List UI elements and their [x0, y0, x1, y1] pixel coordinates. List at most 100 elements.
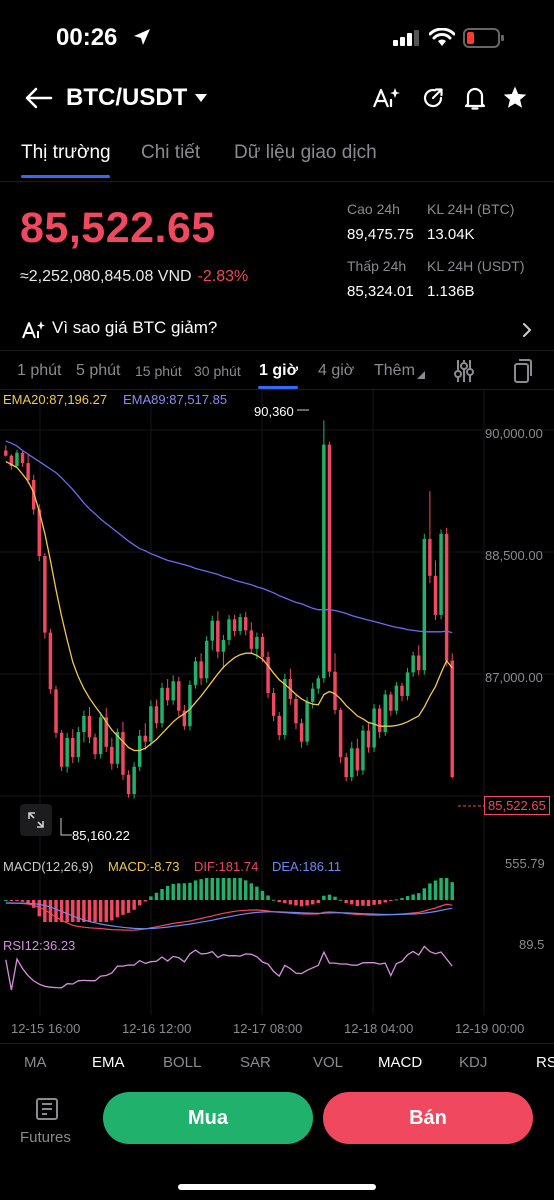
macd-value: MACD:-8.73: [108, 859, 180, 874]
copy-icon[interactable]: [513, 358, 533, 384]
x-tick: 12-16 12:00: [122, 1021, 192, 1036]
buy-button[interactable]: Mua: [103, 1092, 313, 1144]
macd-bar: [433, 880, 438, 900]
candle: [244, 611, 248, 636]
macd-bar: [327, 894, 332, 900]
interval-5m[interactable]: 5 phút: [76, 362, 120, 380]
ema89-line: [5, 440, 453, 634]
last-price-line: [458, 805, 484, 807]
macd-bar: [54, 900, 58, 922]
star-icon[interactable]: [502, 85, 528, 111]
low-marker-line: [60, 818, 72, 836]
interval-15m[interactable]: 15 phút: [135, 363, 182, 379]
y-tick: 88,500.00: [485, 548, 543, 563]
header: BTC/USDT: [0, 76, 554, 124]
candle: [121, 721, 125, 780]
macd-bar: [149, 896, 153, 900]
candle: [372, 704, 376, 752]
interval-1m[interactable]: 1 phút: [17, 362, 61, 380]
ind-tab-sar[interactable]: SAR: [240, 1054, 271, 1071]
caret-down-icon[interactable]: [194, 93, 208, 103]
macd-bar: [193, 880, 198, 900]
interval-1h[interactable]: 1 giờ: [259, 362, 298, 380]
divider: [0, 1043, 554, 1044]
ind-tab-vol[interactable]: VOL: [313, 1054, 343, 1071]
candle: [104, 707, 108, 752]
macd-bar: [249, 883, 254, 900]
candle: [433, 560, 438, 621]
macd-bar: [143, 900, 148, 902]
interval-4h[interactable]: 4 giờ: [318, 362, 354, 380]
pair-title[interactable]: BTC/USDT: [66, 84, 187, 112]
macd-bar: [121, 900, 125, 915]
indicator-settings-icon[interactable]: [452, 358, 476, 384]
tab-market[interactable]: Thị trường: [21, 142, 111, 164]
divider: [0, 350, 554, 351]
why-price-text[interactable]: Vì sao giá BTC giảm?: [52, 318, 217, 338]
candle: [132, 762, 136, 799]
candle: [188, 680, 192, 731]
rsi-axis: 89.5: [519, 937, 545, 952]
macd-bar: [48, 900, 53, 922]
price-chart[interactable]: [0, 390, 554, 1020]
y-tick: 87,000.00: [485, 670, 543, 685]
bell-icon[interactable]: [463, 85, 487, 111]
high-marker-line: [297, 409, 309, 411]
candle: [160, 682, 164, 728]
macd-bar: [227, 878, 231, 900]
futures-icon[interactable]: [35, 1097, 61, 1121]
macd-bar: [405, 896, 410, 900]
candle: [210, 615, 214, 651]
futures-label[interactable]: Futures: [20, 1129, 71, 1146]
ema89-label: EMA89:87,517.85: [123, 392, 228, 407]
macd-bar: [266, 895, 270, 900]
macd-bar: [350, 900, 354, 905]
candle: [110, 737, 114, 770]
tab-trading-data[interactable]: Dữ liệu giao dịch: [234, 142, 377, 164]
candle: [338, 707, 343, 764]
ai-icon[interactable]: [372, 86, 402, 110]
candle: [9, 454, 14, 470]
macd-bar: [305, 900, 309, 906]
candle: [149, 700, 153, 747]
macd-bar: [171, 883, 175, 900]
back-arrow-icon[interactable]: [23, 86, 53, 110]
interval-30m[interactable]: 30 phút: [194, 363, 241, 379]
macd-bar: [361, 900, 365, 906]
candle: [344, 752, 348, 782]
macd-bar: [450, 882, 454, 900]
macd-bar: [238, 878, 242, 900]
macd-bar: [188, 882, 192, 900]
macd-bar: [260, 890, 265, 900]
macd-bar: [104, 900, 108, 922]
macd-title: MACD(12,26,9): [3, 859, 94, 874]
macd-bar: [439, 878, 443, 900]
ind-tab-rsi[interactable]: RS: [536, 1054, 554, 1071]
candle: [65, 732, 69, 773]
macd-bar: [294, 900, 298, 906]
share-icon[interactable]: [421, 86, 445, 110]
divider: [0, 181, 554, 182]
candle: [249, 622, 254, 654]
sell-button[interactable]: Bán: [323, 1092, 533, 1144]
candle: [87, 707, 92, 744]
macd-bar: [82, 900, 86, 922]
ind-tab-kdj[interactable]: KDJ: [459, 1054, 487, 1071]
ind-tab-boll[interactable]: BOLL: [163, 1054, 201, 1071]
ind-tab-macd[interactable]: MACD: [378, 1054, 422, 1071]
macd-bar: [65, 900, 69, 922]
fullscreen-button[interactable]: [20, 804, 52, 836]
macd-bar: [244, 880, 248, 900]
interval-more[interactable]: Thêm: [374, 362, 415, 380]
macd-bar: [288, 900, 293, 905]
ind-tab-ma[interactable]: MA: [24, 1054, 47, 1071]
x-tick: 12-19 00:00: [455, 1021, 525, 1036]
change-percent: -2.83%: [197, 268, 249, 285]
ind-tab-ema[interactable]: EMA: [92, 1054, 125, 1071]
more-caret-icon: [417, 371, 425, 379]
tab-details[interactable]: Chi tiết: [141, 142, 200, 164]
candle: [294, 693, 298, 730]
candle: [428, 491, 432, 584]
candle: [54, 685, 58, 738]
vnd-price-line: ≈2,252,080,845.08 VND -2.83%: [20, 268, 248, 286]
